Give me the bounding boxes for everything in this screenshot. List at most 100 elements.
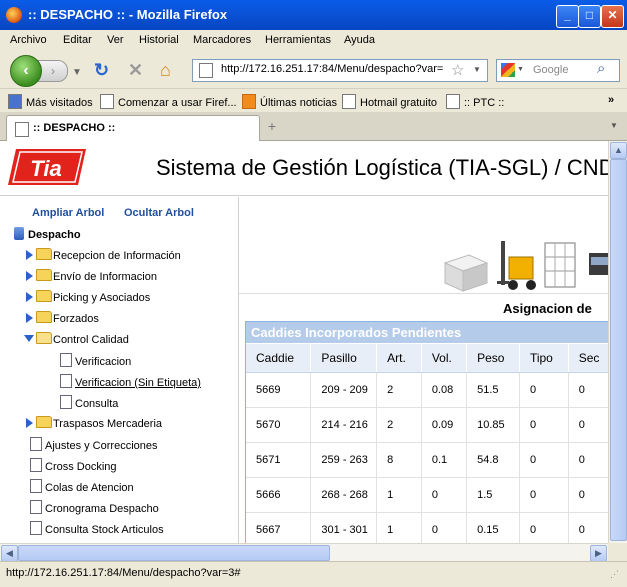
google-icon[interactable] xyxy=(501,63,515,77)
system-title: Sistema de Gestión Logística (TIA-SGL) /… xyxy=(156,155,608,180)
tree-item-consulta-stock[interactable]: Consulta Stock Articulos xyxy=(30,521,164,536)
expand-arrow-icon[interactable] xyxy=(26,313,33,323)
tree-item-control-calidad[interactable]: Control Calidad xyxy=(24,332,129,346)
menu-historial[interactable]: Historial xyxy=(139,34,179,46)
menu-ayuda[interactable]: Ayuda xyxy=(344,34,375,46)
folder-icon xyxy=(36,248,52,260)
column-header[interactable]: Tipo xyxy=(519,344,569,373)
table-cell: 1 xyxy=(376,512,422,543)
horizontal-scroll-thumb[interactable] xyxy=(18,545,330,561)
home-icon[interactable]: ⌂ xyxy=(160,61,171,79)
table-row[interactable]: 5667 301 - 301 1 0 0.15 0 0 xyxy=(246,512,608,543)
bookmarks-overflow-button[interactable]: » xyxy=(608,94,614,106)
minimize-button[interactable]: _ xyxy=(556,5,579,28)
table-cell: 0 xyxy=(519,372,569,408)
window-title: :: DESPACHO :: - Mozilla Firefox xyxy=(28,7,228,22)
bookmark-mas-visitados[interactable]: Más visitados xyxy=(8,94,93,109)
expand-arrow-icon[interactable] xyxy=(26,418,33,428)
menu-editar[interactable]: Editar xyxy=(63,34,92,46)
tab-list-icon[interactable]: ▼ xyxy=(610,121,618,130)
tab-despacho[interactable]: :: DESPACHO :: xyxy=(6,115,260,141)
tree-item-verificacion[interactable]: Verificacion xyxy=(60,353,131,368)
tree-item-recepcion[interactable]: Recepcion de Información xyxy=(26,248,181,262)
stop-icon[interactable]: ✕ xyxy=(128,61,143,79)
table-cell: 209 - 209 xyxy=(310,372,378,408)
table-cell: 5670 xyxy=(246,407,312,443)
tree-item-colas-atencion[interactable]: Colas de Atencion xyxy=(30,479,134,494)
reload-icon[interactable]: ↻ xyxy=(94,61,109,79)
vertical-scrollbar[interactable]: ▲ xyxy=(608,141,627,543)
maximize-button[interactable]: □ xyxy=(578,5,601,28)
column-header[interactable]: Caddie xyxy=(246,344,312,373)
horizontal-scrollbar[interactable]: ◀ ▶ xyxy=(0,543,608,562)
bookmark-comenzar[interactable]: Comenzar a usar Firef... xyxy=(100,94,237,109)
tree-item-traspasos[interactable]: Traspasos Mercaderia xyxy=(26,416,162,430)
scroll-right-button[interactable]: ▶ xyxy=(590,545,607,562)
table-cell: 0 xyxy=(568,372,608,408)
table-row[interactable]: 5670 214 - 216 2 0.09 10.85 0 0 xyxy=(246,407,608,443)
expand-arrow-icon[interactable] xyxy=(26,292,33,302)
history-dropdown-icon[interactable]: ▼ xyxy=(72,64,82,82)
search-placeholder: Google xyxy=(533,64,569,76)
column-header[interactable]: Sec xyxy=(568,344,608,373)
table-cell: 0.1 xyxy=(421,442,468,478)
tree-item-cronograma[interactable]: Cronograma Despacho xyxy=(30,500,159,515)
tree-item-consulta[interactable]: Consulta xyxy=(60,395,118,410)
document-icon xyxy=(30,437,42,451)
scroll-left-button[interactable]: ◀ xyxy=(1,545,18,562)
table-cell: 301 - 301 xyxy=(310,512,378,543)
column-header[interactable]: Pasillo xyxy=(310,344,378,373)
page-icon xyxy=(199,63,213,78)
table-row[interactable]: 5671 259 - 263 8 0.1 54.8 0 0 xyxy=(246,442,608,478)
resize-grip-icon[interactable]: ⋰ xyxy=(610,569,619,580)
bookmark-ptc[interactable]: :: PTC :: xyxy=(446,94,504,109)
menu-marcadores[interactable]: Marcadores xyxy=(193,34,251,46)
window-titlebar[interactable]: :: DESPACHO :: - Mozilla Firefox _ □ ✕ xyxy=(0,0,627,30)
tree-root-despacho[interactable]: Despacho xyxy=(14,227,81,241)
menu-herramientas[interactable]: Herramientas xyxy=(265,34,331,46)
document-icon xyxy=(30,500,42,514)
bookmark-star-icon[interactable]: ☆ xyxy=(451,61,464,79)
column-header[interactable]: Peso xyxy=(466,344,520,373)
tree-item-picking[interactable]: Picking y Asociados xyxy=(26,290,150,304)
grid-title-bar: Caddies Incorporados Pendientes xyxy=(246,322,608,343)
table-row[interactable]: 5669 209 - 209 2 0.08 51.5 0 0 xyxy=(246,372,608,408)
back-button[interactable]: ‹ xyxy=(10,55,42,87)
expand-tree-link[interactable]: Ampliar Arbol xyxy=(32,207,104,219)
search-box[interactable]: ▼ Google ⌕ xyxy=(496,59,620,82)
hide-tree-link[interactable]: Ocultar Arbol xyxy=(124,207,194,219)
open-folder-icon xyxy=(36,332,52,344)
vertical-scroll-thumb[interactable] xyxy=(610,159,627,541)
header-divider xyxy=(0,195,608,196)
table-cell: 1 xyxy=(376,477,422,513)
bookmarks-folder-icon xyxy=(8,94,22,109)
table-cell: 0 xyxy=(568,442,608,478)
table-cell: 268 - 268 xyxy=(310,477,378,513)
menu-archivo[interactable]: Archivo xyxy=(10,34,47,46)
new-tab-button[interactable]: + xyxy=(264,118,280,134)
tree-item-forzados[interactable]: Forzados xyxy=(26,311,99,325)
table-cell: 259 - 263 xyxy=(310,442,378,478)
bookmark-hotmail[interactable]: Hotmail gratuito xyxy=(342,94,437,109)
collapse-arrow-icon[interactable] xyxy=(24,335,34,342)
caddies-grid: Caddies Incorporados Pendientes Caddie P… xyxy=(245,321,608,543)
url-bar[interactable]: http://172.16.251.17:84/Menu/despacho?va… xyxy=(192,59,488,82)
bookmark-ultimas-noticias[interactable]: Últimas noticias xyxy=(242,94,337,109)
menu-ver[interactable]: Ver xyxy=(107,34,124,46)
column-header[interactable]: Vol. xyxy=(421,344,468,373)
tree-item-cross-docking[interactable]: Cross Docking xyxy=(30,458,117,473)
table-cell: 0 xyxy=(568,512,608,543)
tree-item-envio[interactable]: Envío de Informacion xyxy=(26,269,157,283)
expand-arrow-icon[interactable] xyxy=(26,250,33,260)
column-header[interactable]: Art. xyxy=(376,344,422,373)
close-button[interactable]: ✕ xyxy=(601,5,624,28)
url-dropdown-icon[interactable]: ▼ xyxy=(473,65,481,74)
tree-item-ajustes[interactable]: Ajustes y Correcciones xyxy=(30,437,158,452)
table-row[interactable]: 5666 268 - 268 1 0 1.5 0 0 xyxy=(246,477,608,513)
tree-item-verificacion-sin-etiqueta[interactable]: Verificacion (Sin Etiqueta) xyxy=(60,374,201,389)
scroll-up-button[interactable]: ▲ xyxy=(610,142,627,159)
search-engine-dropdown-icon[interactable]: ▼ xyxy=(517,66,524,73)
expand-arrow-icon[interactable] xyxy=(26,271,33,281)
search-icon[interactable]: ⌕ xyxy=(597,60,605,77)
forward-button[interactable]: › xyxy=(38,60,68,82)
